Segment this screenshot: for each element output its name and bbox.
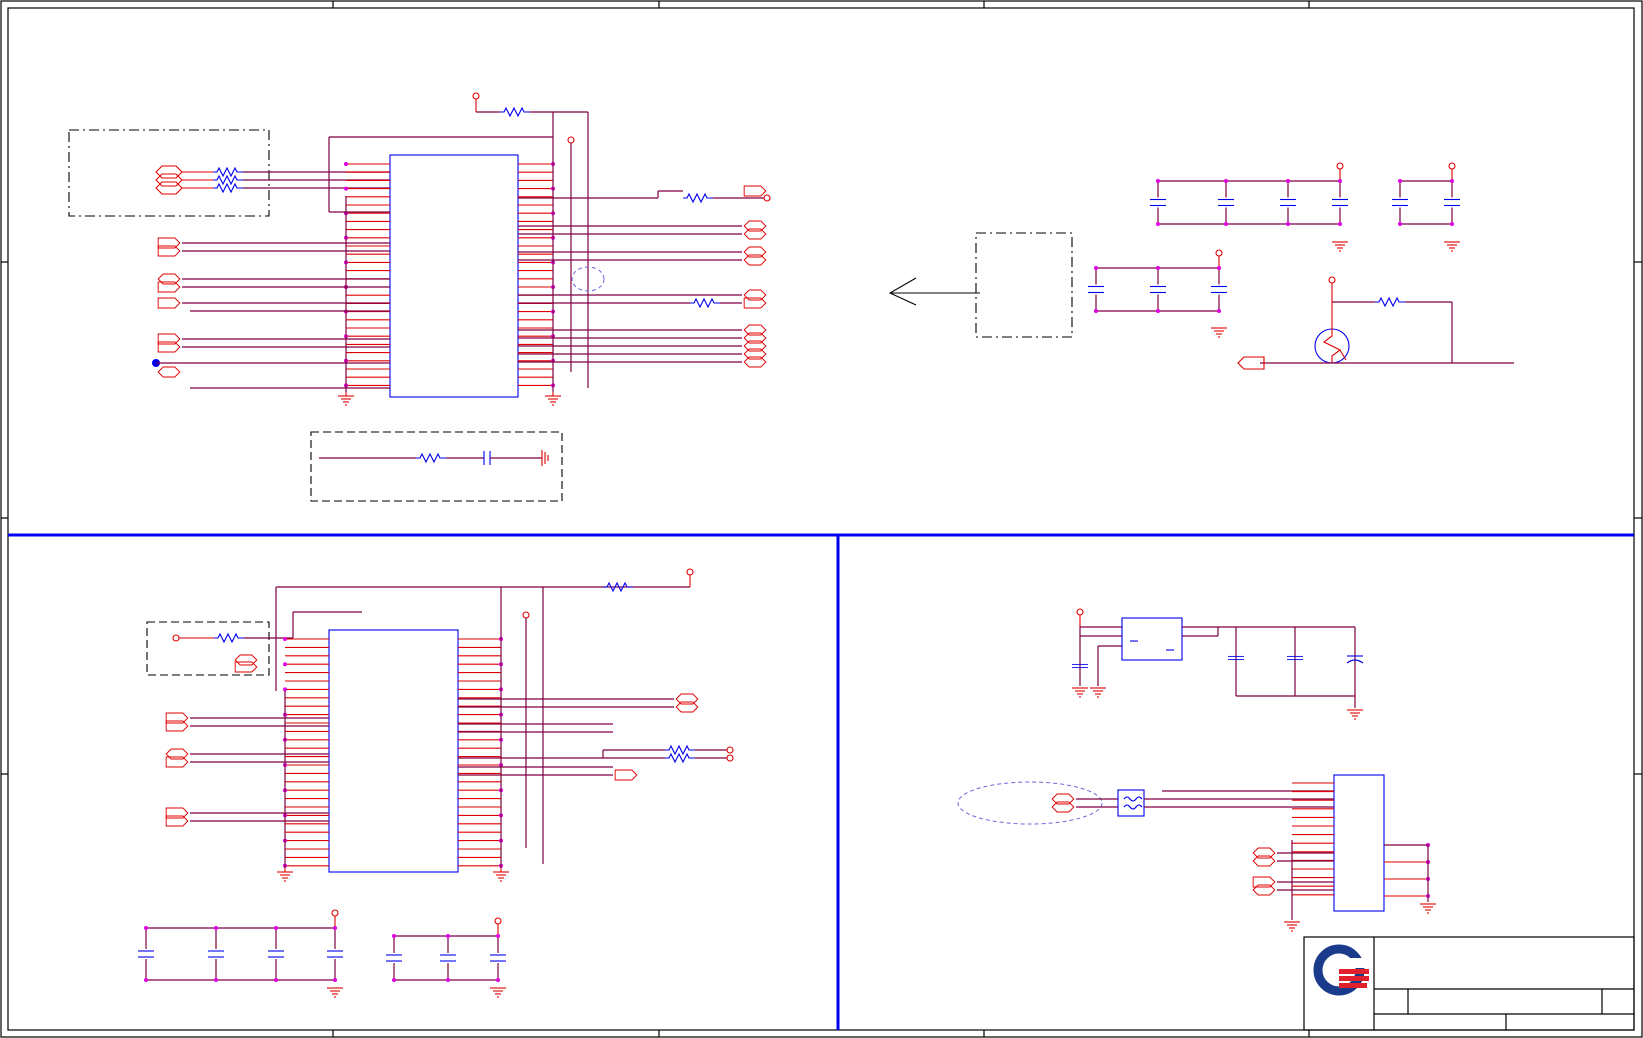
regulator-u3 (1121, 617, 1183, 661)
connector-j1 (1333, 774, 1385, 912)
ic-u1 (389, 154, 519, 398)
top-right-power-block (888, 162, 1514, 370)
vcc-terminal-icon (472, 92, 480, 100)
company-logo-icon (1313, 944, 1369, 996)
section-dividers (8, 533, 1634, 1030)
title-block (1303, 936, 1635, 1031)
top-left-ic-block (68, 92, 771, 502)
schematic-sheet (0, 0, 1643, 1038)
bottom-left-ic-block (137, 568, 734, 998)
common-mode-choke (1117, 789, 1145, 817)
bottom-right-regulator-block (957, 608, 1437, 932)
ic-u2 (328, 629, 459, 873)
sheet-border (0, 0, 1643, 1038)
